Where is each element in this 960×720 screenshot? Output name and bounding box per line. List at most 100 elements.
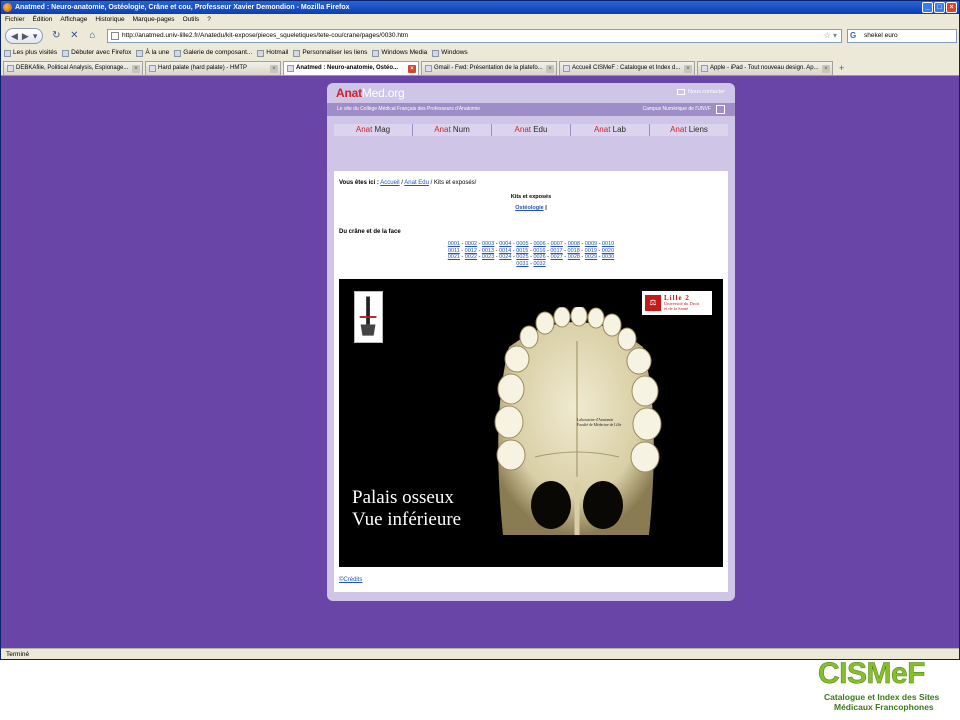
tab-label: Hard palate (hard palate) - HMTP bbox=[158, 65, 248, 71]
close-tab-icon[interactable]: × bbox=[822, 65, 830, 73]
close-tab-icon[interactable]: × bbox=[408, 65, 416, 73]
page-link[interactable]: 0027 bbox=[551, 254, 563, 260]
nav-anat-lab[interactable]: Anat Lab bbox=[571, 124, 650, 136]
page-link[interactable]: 0025 bbox=[516, 254, 528, 260]
tab-gmail[interactable]: Gmail - Fwd: Présentation de la platefo.… bbox=[421, 61, 557, 75]
cismef-line1: Catalogue et Index des Sites bbox=[824, 692, 940, 702]
new-tab-icon[interactable]: + bbox=[835, 61, 848, 75]
slide-title-line2: Vue inférieure bbox=[352, 509, 462, 530]
google-icon[interactable]: G bbox=[850, 31, 860, 41]
stop-icon[interactable]: ✕ bbox=[67, 29, 81, 43]
close-window-icon[interactable]: × bbox=[946, 2, 957, 13]
page-link[interactable]: 0021 bbox=[448, 254, 460, 260]
maximize-icon[interactable]: □ bbox=[934, 2, 945, 13]
tab-anatmed[interactable]: Anatmed : Neuro-anatomie, Ostéo... × bbox=[283, 61, 419, 75]
page-link[interactable]: 0029 bbox=[585, 254, 597, 260]
menu-historique[interactable]: Historique bbox=[95, 14, 124, 26]
osteologie-link[interactable]: Ostéologie bbox=[515, 205, 543, 211]
page-link[interactable]: 0001 bbox=[448, 241, 460, 247]
page-link[interactable]: 0026 bbox=[533, 254, 545, 260]
page-link[interactable]: 0031 bbox=[516, 261, 528, 267]
page-link[interactable]: 0030 bbox=[602, 254, 614, 260]
menu-help[interactable]: ? bbox=[207, 14, 211, 26]
back-icon[interactable]: ◀ bbox=[11, 31, 18, 42]
menu-marque-pages[interactable]: Marque-pages bbox=[133, 14, 175, 26]
tab-apple[interactable]: Apple - iPad - Tout nouveau design. Ap..… bbox=[697, 61, 833, 75]
tab-label: Accueil CISMeF : Catalogue et Index d... bbox=[572, 65, 681, 71]
bookmark-item[interactable]: Débuter avec Firefox bbox=[62, 46, 131, 60]
address-bar[interactable]: http://anatmed.univ-lille2.fr/Anatedu/ki… bbox=[107, 29, 842, 43]
page-link[interactable]: 0017 bbox=[550, 248, 562, 254]
bookmark-item[interactable]: À la une bbox=[136, 46, 169, 60]
breadcrumb-current: Kits et exposés/ bbox=[433, 180, 477, 186]
bookmark-item[interactable]: Hotmail bbox=[257, 46, 288, 60]
close-tab-icon[interactable]: × bbox=[270, 65, 278, 73]
page-link[interactable]: 0005 bbox=[516, 241, 528, 247]
menu-outils[interactable]: Outils bbox=[183, 14, 200, 26]
page-link[interactable]: 0032 bbox=[533, 261, 545, 267]
page-link[interactable]: 0018 bbox=[568, 248, 580, 254]
cismef-logo: CISMeF Catalogue et Index des Sites Médi… bbox=[812, 656, 960, 720]
page-link[interactable]: 0028 bbox=[568, 254, 580, 260]
page-link[interactable]: 0023 bbox=[482, 254, 494, 260]
bookmark-item[interactable]: Windows Media bbox=[372, 46, 427, 60]
bookmark-icon bbox=[293, 49, 301, 57]
page-link[interactable]: 0024 bbox=[499, 254, 511, 260]
page-link[interactable]: 0015 bbox=[516, 248, 528, 254]
bookmark-item[interactable]: Galerie de composant... bbox=[174, 46, 252, 60]
reload-icon[interactable]: ↻ bbox=[49, 29, 63, 43]
page-link[interactable]: 0008 bbox=[568, 241, 580, 247]
page-link[interactable]: 0020 bbox=[602, 248, 614, 254]
forward-icon[interactable]: ▶ bbox=[22, 31, 29, 42]
nav-anat-mag[interactable]: Anat Mag bbox=[334, 124, 413, 136]
bookmark-star-icon[interactable]: ☆ ▾ bbox=[824, 30, 837, 42]
site-logo[interactable]: AnatMed.org bbox=[336, 86, 405, 100]
page-link[interactable]: 0006 bbox=[533, 241, 545, 247]
page-link[interactable]: 0022 bbox=[465, 254, 477, 260]
breadcrumb-anat-edu[interactable]: Anat Edu bbox=[404, 180, 429, 186]
page-link[interactable]: 0002 bbox=[465, 241, 477, 247]
tab-favicon-icon bbox=[425, 65, 432, 72]
close-tab-icon[interactable]: × bbox=[684, 65, 692, 73]
home-icon[interactable]: ⌂ bbox=[85, 29, 99, 43]
page-link[interactable]: 0011 bbox=[448, 248, 460, 254]
bookmark-icon bbox=[432, 49, 440, 57]
nav-anat-edu[interactable]: Anat Edu bbox=[492, 124, 571, 136]
page-link[interactable]: 0014 bbox=[499, 248, 511, 254]
logo-med-org: Med.org bbox=[361, 86, 405, 100]
bookmark-label: Galerie de composant... bbox=[183, 49, 253, 56]
page-link[interactable]: 0019 bbox=[585, 248, 597, 254]
url-text: http://anatmed.univ-lille2.fr/Anatedu/ki… bbox=[122, 32, 409, 39]
breadcrumb-label: Vous êtes ici : bbox=[339, 180, 379, 186]
nav-anat-num[interactable]: Anat Num bbox=[413, 124, 492, 136]
bookmark-item[interactable]: Les plus visités bbox=[4, 46, 57, 60]
tab-hard-palate[interactable]: Hard palate (hard palate) - HMTP × bbox=[145, 61, 281, 75]
search-bar[interactable]: G shekel euro bbox=[847, 29, 957, 43]
tab-cismef[interactable]: Accueil CISMeF : Catalogue et Index d...… bbox=[559, 61, 695, 75]
slide-title-line1: Palais osseux bbox=[352, 487, 454, 508]
menu-edition[interactable]: Édition bbox=[33, 14, 53, 26]
nav-anat-liens[interactable]: Anat Liens bbox=[650, 124, 728, 136]
history-dropdown-icon[interactable]: ▾ bbox=[33, 31, 38, 42]
bookmark-item[interactable]: Personnaliser les liens bbox=[293, 46, 367, 60]
page-link[interactable]: 0009 bbox=[585, 241, 597, 247]
page-link[interactable]: 0010 bbox=[602, 241, 614, 247]
faculty-logo-icon bbox=[354, 291, 383, 343]
page-link[interactable]: 0016 bbox=[533, 248, 545, 254]
bookmark-item[interactable]: Windows bbox=[432, 46, 468, 60]
close-tab-icon[interactable]: × bbox=[132, 65, 140, 73]
window-title-bar: Anatmed : Neuro-anatomie, Ostéologie, Cr… bbox=[1, 1, 959, 14]
tab-debkafile[interactable]: DEBKAfile, Political Analysis, Espionage… bbox=[3, 61, 143, 75]
breadcrumb-accueil[interactable]: Accueil bbox=[380, 180, 399, 186]
page-link[interactable]: 0013 bbox=[482, 248, 494, 254]
menu-fichier[interactable]: Fichier bbox=[5, 14, 25, 26]
minimize-icon[interactable]: _ bbox=[922, 2, 933, 13]
page-link[interactable]: 0004 bbox=[499, 241, 511, 247]
page-link[interactable]: 0012 bbox=[465, 248, 477, 254]
contact-link[interactable]: Nous contacter bbox=[677, 89, 725, 95]
credits-link[interactable]: ©Crédits bbox=[339, 577, 362, 583]
menu-affichage[interactable]: Affichage bbox=[60, 14, 87, 26]
page-link[interactable]: 0007 bbox=[551, 241, 563, 247]
close-tab-icon[interactable]: × bbox=[546, 65, 554, 73]
page-link[interactable]: 0003 bbox=[482, 241, 494, 247]
